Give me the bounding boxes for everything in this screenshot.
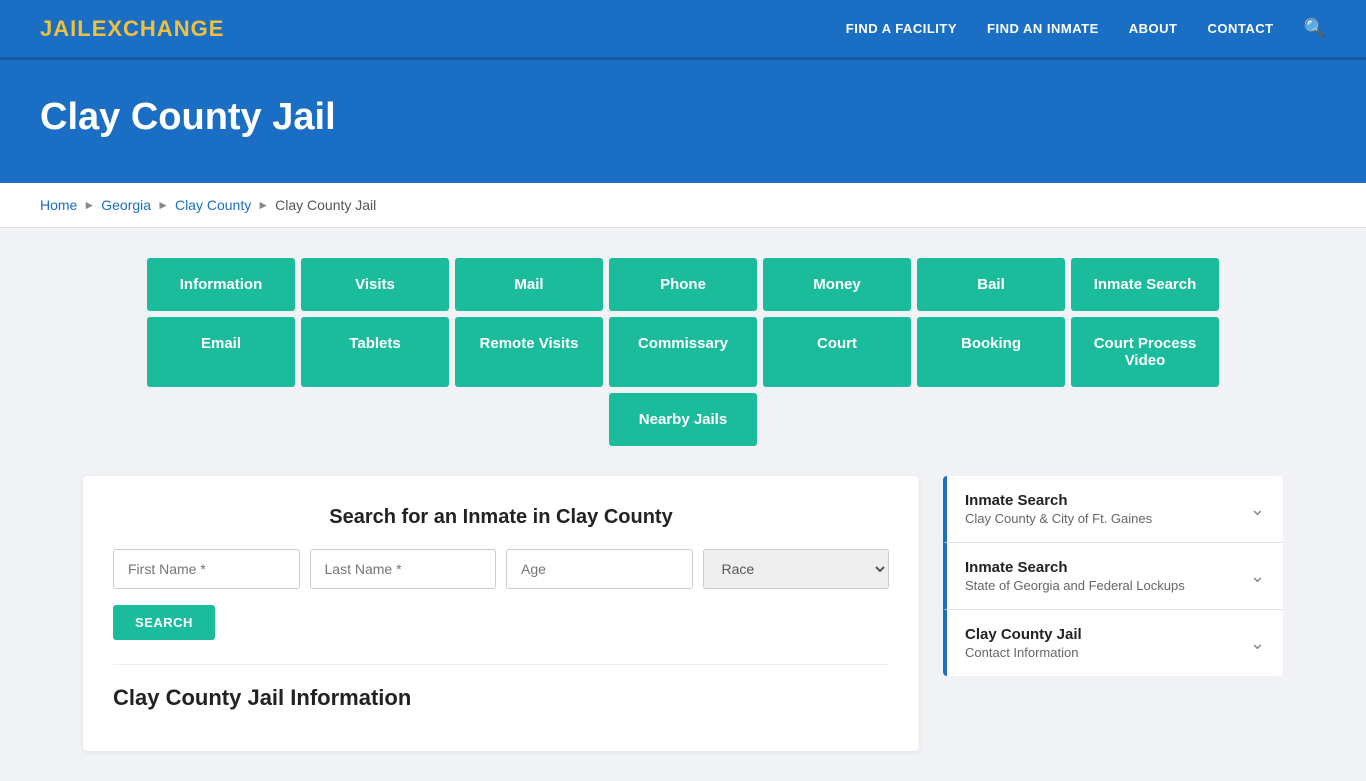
grid-btn-email[interactable]: Email [147, 317, 295, 387]
race-select[interactable]: RaceWhiteBlackHispanicAsianOther [703, 549, 890, 589]
grid-btn-commissary[interactable]: Commissary [609, 317, 757, 387]
grid-btn-inmate-search[interactable]: Inmate Search [1071, 258, 1219, 311]
navbar: JAILEXCHANGE FIND A FACILITY FIND AN INM… [0, 0, 1366, 60]
breadcrumb: Home ► Georgia ► Clay County ► Clay Coun… [40, 197, 1326, 213]
content-area: Search for an Inmate in Clay County Race… [83, 476, 1283, 751]
nav-about[interactable]: ABOUT [1129, 21, 1178, 36]
grid-btn-phone[interactable]: Phone [609, 258, 757, 311]
main-content: InformationVisitsMailPhoneMoneyBailInmat… [43, 228, 1323, 781]
sidebar-title-2: Clay County Jail [965, 626, 1082, 643]
sidebar-subtitle-0: Clay County & City of Ft. Gaines [965, 511, 1152, 526]
jail-info-title: Clay County Jail Information [113, 664, 889, 711]
sidebar-subtitle-1: State of Georgia and Federal Lockups [965, 578, 1185, 593]
nav-find-facility[interactable]: FIND A FACILITY [846, 21, 957, 36]
button-grid: InformationVisitsMailPhoneMoneyBailInmat… [83, 258, 1283, 446]
sidebar-item-0[interactable]: Inmate Search Clay County & City of Ft. G… [943, 476, 1283, 543]
sidebar-item-2[interactable]: Clay County Jail Contact Information ⌄ [943, 610, 1283, 676]
last-name-input[interactable] [310, 549, 497, 589]
nav-find-inmate[interactable]: FIND AN INMATE [987, 21, 1099, 36]
grid-btn-nearby-jails[interactable]: Nearby Jails [609, 393, 757, 446]
grid-btn-money[interactable]: Money [763, 258, 911, 311]
grid-btn-mail[interactable]: Mail [455, 258, 603, 311]
site-logo[interactable]: JAILEXCHANGE [40, 16, 224, 42]
left-panel: Search for an Inmate in Clay County Race… [83, 476, 919, 751]
search-icon[interactable]: 🔍 [1304, 18, 1326, 38]
breadcrumb-bar: Home ► Georgia ► Clay County ► Clay Coun… [0, 183, 1366, 228]
grid-btn-tablets[interactable]: Tablets [301, 317, 449, 387]
page-title: Clay County Jail [40, 96, 1326, 139]
hero-section: Clay County Jail [0, 60, 1366, 183]
search-title: Search for an Inmate in Clay County [113, 506, 889, 529]
nav-contact[interactable]: CONTACT [1207, 21, 1273, 36]
grid-btn-visits[interactable]: Visits [301, 258, 449, 311]
age-input[interactable] [506, 549, 693, 589]
grid-btn-bail[interactable]: Bail [917, 258, 1065, 311]
sidebar-title-1: Inmate Search [965, 559, 1185, 576]
logo-exchange: EXCHANGE [92, 16, 225, 41]
breadcrumb-sep-3: ► [257, 198, 269, 212]
breadcrumb-clay-county[interactable]: Clay County [175, 197, 251, 213]
right-panel: Inmate Search Clay County & City of Ft. G… [943, 476, 1283, 676]
logo-jail: JAIL [40, 16, 92, 41]
sidebar-item-1[interactable]: Inmate Search State of Georgia and Federa… [943, 543, 1283, 610]
first-name-input[interactable] [113, 549, 300, 589]
breadcrumb-georgia[interactable]: Georgia [101, 197, 151, 213]
breadcrumb-sep-2: ► [157, 198, 169, 212]
breadcrumb-sep-1: ► [83, 198, 95, 212]
grid-btn-court[interactable]: Court [763, 317, 911, 387]
nav-links: FIND A FACILITY FIND AN INMATE ABOUT CON… [846, 18, 1326, 39]
grid-btn-remote-visits[interactable]: Remote Visits [455, 317, 603, 387]
breadcrumb-home[interactable]: Home [40, 197, 77, 213]
sidebar-subtitle-2: Contact Information [965, 645, 1082, 660]
grid-btn-booking[interactable]: Booking [917, 317, 1065, 387]
grid-btn-court-process-video[interactable]: Court Process Video [1071, 317, 1219, 387]
chevron-down-icon: ⌄ [1250, 499, 1265, 520]
breadcrumb-current: Clay County Jail [275, 197, 376, 213]
chevron-down-icon: ⌄ [1250, 633, 1265, 654]
chevron-down-icon: ⌄ [1250, 566, 1265, 587]
search-button[interactable]: SEARCH [113, 605, 215, 640]
grid-btn-information[interactable]: Information [147, 258, 295, 311]
sidebar-title-0: Inmate Search [965, 492, 1152, 509]
search-form: RaceWhiteBlackHispanicAsianOther [113, 549, 889, 589]
